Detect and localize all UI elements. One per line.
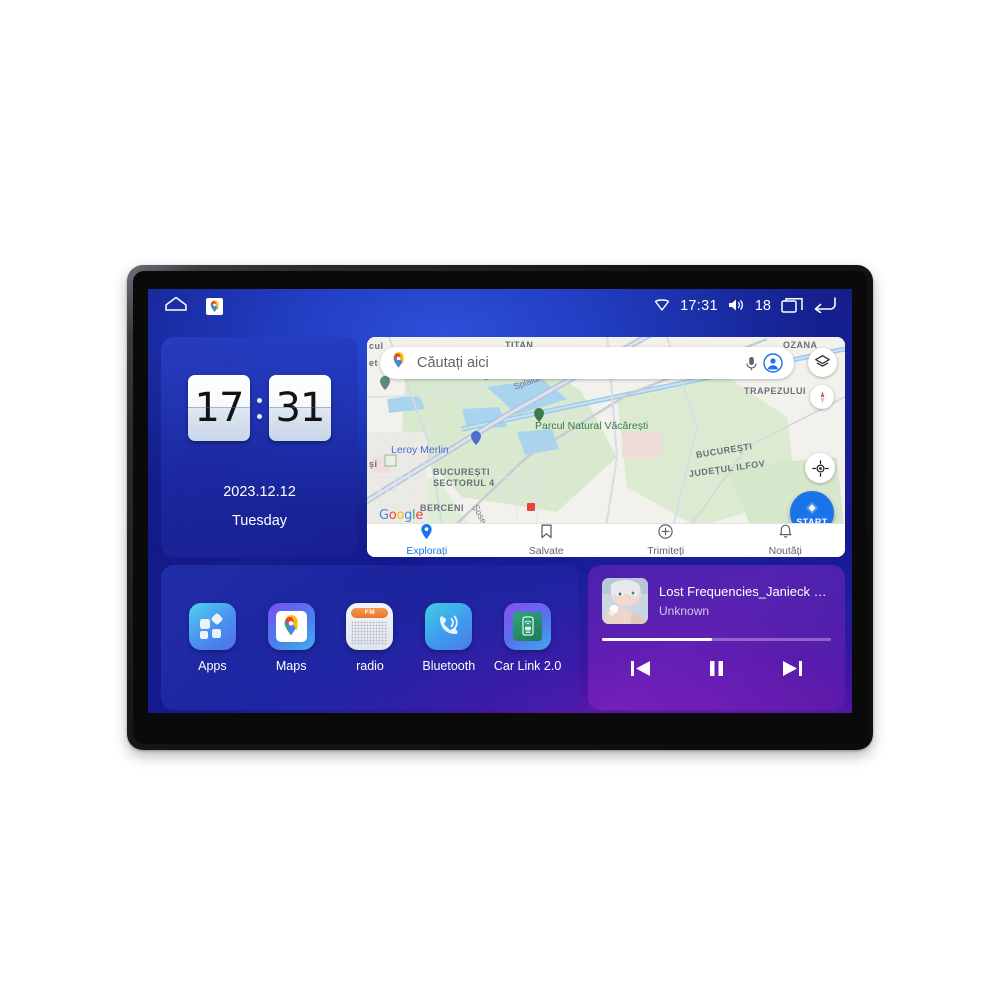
pause-icon[interactable]	[699, 655, 733, 681]
microphone-icon[interactable]	[740, 352, 762, 374]
volume-level: 18	[754, 298, 771, 314]
google-attribution: Google	[379, 508, 424, 523]
car-link-icon[interactable]	[504, 602, 552, 650]
plus-circle-icon	[658, 524, 673, 544]
maps-pin-icon	[390, 352, 407, 374]
track-title: Lost Frequencies_Janieck Devy-...	[659, 584, 831, 599]
dock-app-maps[interactable]: Maps	[255, 602, 327, 673]
home-icon[interactable]	[164, 296, 188, 316]
app-dock: Apps Maps FM radio Bluetooth Car Link 2.0	[161, 565, 579, 710]
map-label: SECTORUL 4	[433, 478, 495, 488]
map-label: Leroy Merlin	[391, 444, 449, 456]
bluetooth-phone-icon[interactable]	[425, 602, 473, 650]
map-label: și	[369, 459, 378, 469]
map-label: Parcul Natural Văcărești	[535, 420, 649, 432]
bookmark-icon	[540, 524, 553, 544]
next-track-icon[interactable]	[776, 655, 810, 681]
flip-clock: 17 31	[161, 375, 358, 441]
bell-icon	[779, 524, 792, 544]
status-time: 17:31	[680, 298, 718, 314]
dock-app-bluetooth[interactable]: Bluetooth	[413, 602, 485, 673]
map-nav-tab-salvate[interactable]: Salvate	[487, 524, 607, 557]
playback-progress-bar[interactable]	[602, 638, 831, 641]
dock-app-car-link-2-0[interactable]: Car Link 2.0	[492, 602, 564, 673]
wifi-icon	[654, 298, 670, 315]
dock-app-label: Car Link 2.0	[493, 658, 562, 673]
apps-grid-icon[interactable]	[188, 602, 236, 650]
map-nav-tab-label: Explorați	[406, 545, 448, 557]
album-art	[602, 578, 648, 624]
clock-widget[interactable]: 17 31 2023.12.12 Tuesday	[161, 337, 358, 557]
clock-colon	[254, 397, 265, 419]
track-row: Lost Frequencies_Janieck Devy-... Unknow…	[602, 578, 831, 624]
layers-icon[interactable]	[808, 348, 837, 377]
map-label: BERCENI	[420, 503, 465, 513]
map-label: OZANA	[783, 340, 818, 350]
google-maps-icon[interactable]	[267, 602, 315, 650]
clock-minutes: 31	[269, 375, 331, 441]
weekday-text: Tuesday	[231, 513, 288, 529]
dock-app-label: Maps	[275, 658, 307, 673]
dock-app-label: radio	[356, 658, 384, 673]
device-bezel: 17:31 18 17 31 2023.12.12 Tuesday TITAN …	[133, 271, 867, 744]
status-bar: 17:31 18	[148, 289, 852, 323]
volume-icon[interactable]	[728, 298, 745, 315]
map-label: cul	[369, 341, 384, 351]
playback-controls	[602, 655, 831, 681]
screen: 17:31 18 17 31 2023.12.12 Tuesday TITAN …	[148, 289, 852, 713]
date-display: 2023.12.12 Tuesday	[161, 484, 358, 529]
map-label: BUCUREȘTI	[433, 467, 491, 477]
recents-icon[interactable]	[781, 297, 803, 316]
date-text: 2023.12.12	[223, 484, 296, 500]
navigation-arrow-icon	[805, 501, 819, 514]
map-nav-tab-label: Trimiteți	[647, 545, 685, 557]
dock-app-radio[interactable]: FM radio	[334, 602, 406, 673]
music-player-widget[interactable]: Lost Frequencies_Janieck Devy-... Unknow…	[588, 565, 845, 710]
map-search-placeholder[interactable]: Căutați aici	[409, 355, 740, 371]
dock-app-label: Apps	[198, 658, 227, 673]
maps-widget[interactable]: TITANOZANAculetUniriiSplaiul UniriiTRAPE…	[367, 337, 845, 557]
back-icon[interactable]	[813, 296, 836, 316]
explore-pin-icon	[420, 524, 433, 544]
my-location-icon[interactable]	[805, 453, 835, 483]
fm-radio-icon[interactable]: FM	[346, 602, 394, 650]
map-nav-tab-explorați[interactable]: Explorați	[367, 524, 487, 557]
map-nav-tab-trimiteți[interactable]: Trimiteți	[606, 524, 726, 557]
google-maps-icon[interactable]	[206, 297, 223, 315]
map-nav-tab-label: Salvate	[528, 545, 564, 557]
track-meta: Lost Frequencies_Janieck Devy-... Unknow…	[659, 584, 831, 618]
clock-hours: 17	[188, 375, 250, 441]
track-artist: Unknown	[659, 604, 710, 618]
previous-track-icon[interactable]	[623, 655, 657, 681]
car-head-unit-device: 17:31 18 17 31 2023.12.12 Tuesday TITAN …	[127, 265, 873, 750]
map-label: et	[369, 358, 379, 368]
account-avatar-icon[interactable]	[762, 352, 784, 374]
map-nav-tab-label: Noutăți	[768, 545, 802, 557]
map-search-bar[interactable]: Căutați aici	[380, 347, 794, 379]
maps-bottom-nav[interactable]: Explorați Salvate Trimiteți Noutăți	[367, 523, 845, 557]
compass-icon[interactable]	[810, 385, 834, 409]
map-nav-tab-noutăți[interactable]: Noutăți	[726, 524, 846, 557]
dock-app-apps[interactable]: Apps	[176, 602, 248, 673]
map-label: TRAPEZULUI	[744, 386, 806, 396]
dock-app-label: Bluetooth	[422, 658, 476, 673]
